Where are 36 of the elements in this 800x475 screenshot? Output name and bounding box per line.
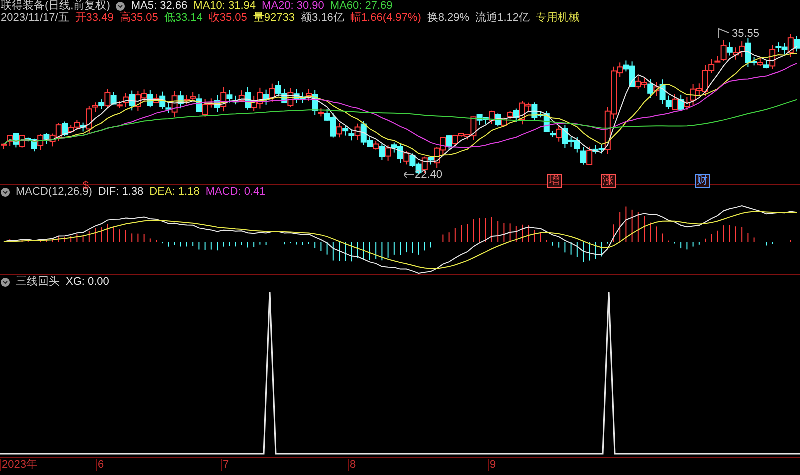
axis-label: 8 [348, 459, 356, 471]
axis-label: 7 [221, 459, 230, 471]
quote-value: 收35.05 [208, 12, 248, 24]
signal-marker: 财 [695, 174, 710, 188]
chart-title: 联得装备(日线,前复权) [1, 0, 110, 12]
collapse-toggle-icon[interactable] [1, 188, 10, 196]
date-label: 2023/11/17/五 [1, 12, 70, 24]
macd-legend-value: DIF: 1.38 [98, 186, 144, 198]
signal-marker: 增 [547, 174, 562, 188]
ma-legend-value: MA5: 32.66 [131, 0, 188, 12]
quote-value: 幅1.66(4.97%) [350, 12, 422, 24]
industry-label: 专用机械 [536, 12, 580, 24]
quote-value: 低33.14 [164, 12, 203, 24]
quote-value: 额3.16亿 [301, 12, 344, 24]
collapse-toggle-icon[interactable] [116, 2, 126, 10]
indicator-legend-value: XG: 0.00 [66, 276, 110, 288]
axis-label: 6 [96, 459, 104, 471]
quote-value: 换8.29% [427, 12, 470, 24]
axis-label: 2023年 [0, 459, 38, 471]
macd-legend-value: MACD: 0.41 [206, 186, 266, 198]
signal-marker: 涨 [601, 174, 616, 188]
quote-value: 量92733 [253, 12, 296, 24]
quote-value: 流通1.12亿 [476, 12, 530, 24]
indicator-title: 三线回头 [16, 276, 60, 288]
quote-value: 高35.05 [120, 12, 158, 24]
ma-legend-value: MA20: 30.90 [262, 0, 324, 12]
quote-value: 开33.49 [75, 12, 114, 24]
high-price-label: 35.55 [732, 28, 760, 40]
axis-label: 9 [488, 459, 496, 471]
collapse-toggle-icon[interactable] [1, 278, 10, 286]
ma-legend-value: MA60: 27.69 [330, 0, 393, 12]
leader-line [404, 172, 414, 178]
macd-legend-value: DEA: 1.18 [150, 186, 200, 198]
low-price-label: 22.40 [415, 169, 443, 181]
leader-line [718, 28, 730, 38]
ma-legend-value: MA10: 31.94 [194, 0, 256, 12]
